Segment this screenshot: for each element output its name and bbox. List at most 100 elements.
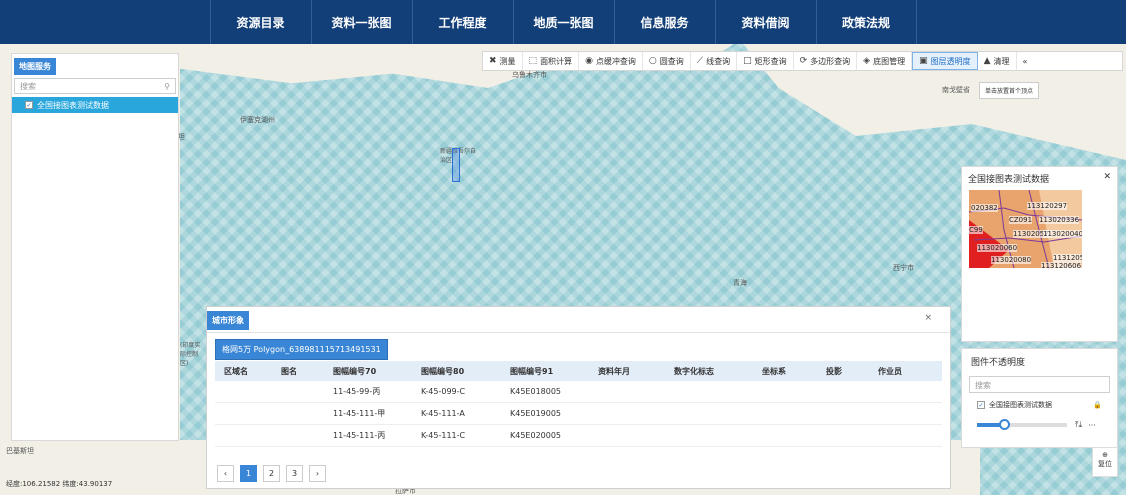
pagination: ‹ 1 2 3 › <box>217 465 326 482</box>
map-service-panel: 地图服务 搜索 ⚲ ✓ 全国接图表测试数据 <box>11 53 179 441</box>
table-cell: K45E020005 <box>510 431 562 440</box>
legend-image: 020382 113120297 CZ091 113020336 11302057 113… <box>969 190 1082 268</box>
relocate-button[interactable]: ⊕ 复位 <box>1092 447 1118 477</box>
map-label: 乌鲁木齐市 <box>512 71 547 79</box>
table-cell: K45E018005 <box>510 387 562 396</box>
more-icon[interactable]: ··· <box>1088 421 1096 430</box>
legend-label: 113020060 <box>977 244 1018 252</box>
page-button[interactable]: 1 <box>240 465 257 482</box>
nav-item[interactable]: 资料一张图 <box>310 0 412 44</box>
column-header[interactable]: 图幅编号91 <box>510 366 598 377</box>
tool-line[interactable]: ⟋ 线查询 <box>691 52 738 70</box>
close-icon[interactable]: ✕ <box>1103 172 1111 185</box>
legend-label: CZ091 <box>1009 216 1033 224</box>
tool-rect[interactable]: □ 矩形查询 <box>737 52 794 70</box>
map-label: 伊塞克湖州 <box>240 116 275 124</box>
legend-label: 113120606 <box>1041 262 1082 268</box>
column-header[interactable]: 图幅编号80 <box>421 366 510 377</box>
tool-x[interactable]: ✖ 测量 <box>483 52 523 70</box>
opacity-layer-checkbox[interactable]: ✓ <box>977 401 985 409</box>
close-icon[interactable]: × <box>924 313 932 323</box>
column-header[interactable]: 图名 <box>281 366 333 377</box>
rect-icon: □ <box>743 56 752 66</box>
map-toolbar: ✖ 测量 ⬚ 面积计算 ◉ 点缓冲查询 ○ 圆查询 ⟋ 线查询 □ 矩形查询 ⟳ 多边形查询 ◈ 底图管理 ▣ 图… <box>482 51 1123 71</box>
table-header: 区域名 图名 图幅编号70 图幅编号80 图幅编号91 资料年月 数字化标志 坐标系 投影 作业员 <box>215 361 942 381</box>
layer-checkbox[interactable]: ✓ <box>25 101 33 109</box>
table-row[interactable]: 11-45-99-丙 K-45-099-C K45E018005 <box>215 381 942 403</box>
page-button[interactable]: 2 <box>263 465 280 482</box>
table-cell: 11-45-111-甲 <box>333 409 386 418</box>
nav-item[interactable]: 地质一张图 <box>512 0 614 44</box>
polygon-icon: ⟳ <box>799 56 808 66</box>
map-label: (印度实际控制区) <box>180 342 201 367</box>
legend-label: 113020040 <box>1043 230 1082 238</box>
tool-circle[interactable]: ○ 圆查询 <box>643 52 691 70</box>
table-cell: K-45-111-A <box>421 409 465 418</box>
selected-grid-cell[interactable] <box>452 148 460 182</box>
tool-layers[interactable]: ◈ 底图管理 <box>857 52 913 70</box>
tool-label: 线查询 <box>706 56 731 66</box>
column-header[interactable]: 资料年月 <box>598 366 674 377</box>
slider-handle[interactable] <box>999 419 1010 430</box>
column-header[interactable]: 图幅编号70 <box>333 366 421 377</box>
move-layer-icon[interactable]: ⤒⤓ <box>1075 420 1082 430</box>
column-header[interactable]: 区域名 <box>215 366 281 377</box>
legend-label: C99 <box>969 226 983 234</box>
search-icon[interactable]: ⚲ <box>164 82 170 91</box>
legend-label: 113120297 <box>1027 202 1068 210</box>
lock-icon[interactable]: 🔒 <box>1093 401 1102 409</box>
nav-item[interactable]: 政策法规 <box>815 0 917 44</box>
search-placeholder: 搜索 <box>20 81 36 91</box>
result-table: 区域名 图名 图幅编号70 图幅编号80 图幅编号91 资料年月 数字化标志 坐标系 投影 作业员… <box>215 361 942 447</box>
column-header[interactable]: 投影 <box>826 366 878 377</box>
opacity-icon: ▣ <box>919 56 928 66</box>
column-header[interactable]: 作业员 <box>878 366 942 377</box>
result-subtab[interactable]: 格网5万 Polygon_638981115713491531 <box>215 339 388 360</box>
line-icon: ⟋ <box>696 56 704 66</box>
table-cell: 11-45-111-丙 <box>333 431 386 440</box>
x-icon: ✖ <box>489 56 497 66</box>
opacity-slider[interactable] <box>977 419 1067 430</box>
tool-point-buffer[interactable]: ◉ 点缓冲查询 <box>579 52 643 70</box>
tool-area[interactable]: ⬚ 面积计算 <box>523 52 580 70</box>
prev-page-button[interactable]: ‹ <box>217 465 234 482</box>
opacity-search-input[interactable]: 搜索 <box>969 376 1110 393</box>
tool-label: 面积计算 <box>540 56 573 66</box>
tool-polygon[interactable]: ⟳ 多边形查询 <box>794 52 858 70</box>
legend-panel: 全国接图表测试数据 ✕ 020382 113120297 CZ091 11302033… <box>961 166 1118 342</box>
circle-icon: ○ <box>648 56 657 66</box>
nav-item[interactable]: 资料借阅 <box>714 0 816 44</box>
table-cell: K-45-099-C <box>421 387 466 396</box>
map-label: 西宁市 <box>893 264 914 272</box>
query-result-dialog: 城市形象 × 格网5万 Polygon_638981115713491531 区… <box>206 306 951 489</box>
tool-broom[interactable]: ▲ 清理 <box>978 52 1017 70</box>
next-page-button[interactable]: › <box>309 465 326 482</box>
layers-icon: ◈ <box>863 56 871 66</box>
opacity-panel: 图件不透明度 搜索 ✓ 全国接图表测试数据 🔒 ⤒⤓ ··· <box>961 348 1118 448</box>
collapse-toolbar-icon[interactable]: « <box>1017 52 1034 70</box>
table-cell: K-45-111-C <box>421 431 466 440</box>
tool-label: 点缓冲查询 <box>595 56 636 66</box>
tool-label: 底图管理 <box>873 56 906 66</box>
map-label: 巴基斯坦 <box>6 447 34 455</box>
tool-label: 测量 <box>499 56 516 66</box>
tool-opacity[interactable]: ▣ 图层透明度 <box>912 52 978 70</box>
table-cell: 11-45-99-丙 <box>333 387 381 396</box>
panel-tab-map-service[interactable]: 地图服务 <box>14 58 56 75</box>
table-row[interactable]: 11-45-111-甲 K-45-111-A K45E019005 <box>215 403 942 425</box>
nav-item[interactable]: 工作程度 <box>411 0 513 44</box>
page-button[interactable]: 3 <box>286 465 303 482</box>
coordinate-readout: 经度:106.21582 纬度:43.90137 <box>6 480 113 488</box>
legend-label: 020382 <box>971 204 998 212</box>
legend-title: 全国接图表测试数据 <box>968 175 1050 185</box>
dialog-tab[interactable]: 城市形象 <box>207 311 249 330</box>
map-label: 坦 <box>178 133 185 141</box>
nav-item[interactable]: 信息服务 <box>613 0 715 44</box>
table-row[interactable]: 11-45-111-丙 K-45-111-C K45E020005 <box>215 425 942 447</box>
layer-item[interactable]: ✓ 全国接图表测试数据 <box>12 97 178 113</box>
tool-label: 多边形查询 <box>810 56 851 66</box>
layer-search-input[interactable]: 搜索 ⚲ <box>14 78 176 94</box>
nav-item[interactable]: 资源目录 <box>209 0 311 44</box>
column-header[interactable]: 坐标系 <box>762 366 826 377</box>
column-header[interactable]: 数字化标志 <box>674 366 762 377</box>
